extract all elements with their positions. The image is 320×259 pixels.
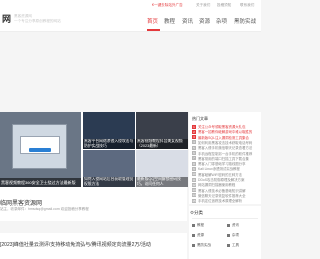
hot-article-link[interactable]: 关注公众号领取黑客资源大礼包 — [198, 124, 260, 129]
folder-icon — [192, 233, 195, 237]
site-subtagline: 一个专注分享原创教程的网站 — [14, 19, 61, 23]
category-label: 工具 — [232, 243, 239, 247]
hot-article-link[interactable]: 最新版SQL注入漏洞检测工具集合 — [198, 135, 260, 140]
site-intro: 临网黑客资源网 站主，收录邮件：hmsdsq@gmail.com 欢迎投稿分享教… — [0, 194, 187, 221]
rank-number-badge: 15 — [192, 198, 196, 203]
folder-icon — [227, 243, 230, 247]
rank-number-badge: 3 — [192, 135, 196, 140]
featured-thumb[interactable]: 最新版QQ空间解锁密码技巧，访问任何人 — [136, 150, 188, 187]
folder-icon — [192, 223, 195, 227]
intro-title: 临网黑客资源网 — [0, 201, 43, 207]
top-bar: €一键去除站外广告 关于我们 投稿须知 联系我们 — [0, 0, 261, 11]
thumb-caption[interactable]: 如何入侵网站后台获取管理员权限方法 — [83, 177, 135, 187]
hot-article-link[interactable]: 黑客入侵手机微信聊天记录查看方法 — [198, 145, 260, 150]
hot-article-link[interactable]: 黑客入门零基础学习路线图分享 — [198, 161, 260, 166]
nav-tutorials[interactable]: 教程 — [164, 17, 175, 25]
nav-active-indicator — [147, 29, 160, 31]
nav-misc[interactable]: 杂项 — [216, 17, 227, 25]
rank-number-badge: 6 — [192, 151, 196, 155]
rank-number-badge: 7 — [192, 156, 196, 161]
hot-article-link[interactable]: DDoS攻击防御原理及解决方案 — [198, 177, 260, 182]
hot-article-link[interactable]: 黑客破解WiFi密码的五种方法 — [198, 172, 260, 177]
rank-number-badge: 5 — [192, 145, 196, 150]
featured-thumb[interactable]: 黑客视频教程抖音美女视频（2023最新） — [136, 112, 188, 149]
top-link-contact[interactable]: 联系我们 — [240, 3, 254, 8]
category-label: 教程 — [197, 223, 204, 227]
category-item[interactable]: 工具 — [227, 243, 239, 248]
intro-text: 站主，收录邮件：hmsdsq@gmail.com 欢迎投稿分享教程 — [0, 207, 89, 211]
category-title: 分类 — [194, 210, 203, 215]
rank-number-badge: 4 — [192, 140, 196, 145]
rank-number-badge: 10 — [192, 172, 196, 177]
hot-article-link[interactable]: 微信聊天记录恢复软件推荐大全 — [198, 193, 260, 198]
nav-resources[interactable]: 资源 — [199, 17, 210, 25]
folder-icon — [227, 233, 230, 237]
rank-number-badge: 13 — [192, 188, 196, 193]
hot-article-link[interactable]: 黑客入侵技术必备基础知识讲解 — [198, 188, 260, 193]
hot-article-link[interactable]: 黑客一招教你破解游戏中难以取胜的 — [198, 129, 260, 134]
post-title[interactable]: [2023]峰值社量云测评/支持移动免流弘与/腾讯视频定向流量2万/活动 — [0, 241, 151, 248]
site-logo[interactable]: 网 — [2, 12, 11, 25]
category-item[interactable]: 黑防实战 — [192, 243, 211, 248]
thumb-caption[interactable]: 最新版QQ空间解锁密码技巧，访问任何人 — [136, 177, 188, 187]
hot-article-link[interactable]: 手机远程控制另一台手机的软件推荐 — [198, 151, 260, 156]
category-label: 资源 — [197, 233, 204, 237]
rank-number-badge: 9 — [192, 166, 196, 171]
hot-article-link[interactable]: 网站漏洞扫描器使用教程 — [198, 182, 260, 187]
slider-caption[interactable]: 黑客视频教程360安全卫士绕过方法最新版 — [0, 178, 81, 187]
rank-number-badge: 1 — [192, 124, 196, 129]
slider-dialog-button-image — [29, 148, 51, 152]
divider — [192, 218, 258, 219]
rank-number-badge: 8 — [192, 161, 196, 166]
top-link-submit[interactable]: 投稿须知 — [217, 3, 231, 8]
category-item[interactable]: 资源 — [192, 233, 204, 238]
featured-thumb[interactable]: 黑客平台网络渗透入侵攻击与防护实战技巧 — [83, 112, 135, 149]
nav-home[interactable]: 首页 — [147, 17, 158, 25]
featured-thumb[interactable]: 如何入侵网站后台获取管理员权限方法 — [83, 150, 135, 187]
thumb-caption[interactable]: 黑客平台网络渗透入侵攻击与防护实战技巧 — [83, 139, 135, 149]
top-link-about[interactable]: 关于我们 — [196, 3, 210, 8]
nav-news[interactable]: 资讯 — [182, 17, 193, 25]
rank-number-badge: 12 — [192, 182, 196, 187]
rank-number-badge: 11 — [192, 177, 196, 182]
rank-number-badge: 2 — [192, 129, 196, 134]
category-label: 杂项 — [232, 233, 239, 237]
category-item[interactable]: 资讯 — [227, 223, 239, 228]
hot-articles-widget: 热门文章 1 关注公众号领取黑客资源大礼包 2 黑客一招教你破解游戏中难以取胜的 3 最新… — [189, 112, 261, 204]
category-widget: ⚙ 分类 教程 资讯 资源 杂项 黑防实战 工具 — [189, 206, 261, 259]
hot-article-link[interactable]: Kali Linux渗透测试实战教程 — [198, 166, 260, 171]
featured-slider[interactable]: 黑客视频教程360安全卫士绕过方法最新版 — [0, 112, 81, 187]
folder-icon — [192, 243, 195, 247]
remove-ads-link[interactable]: €一键去除站外广告 — [152, 3, 183, 8]
category-item[interactable]: 教程 — [192, 223, 204, 228]
hot-article-link[interactable]: 如何利用黑客攻击技术获取电话号码 — [198, 140, 260, 145]
category-label: 黑防实战 — [197, 243, 211, 247]
hot-articles-title: 热门文章 — [192, 116, 208, 121]
category-label: 资讯 — [232, 223, 239, 227]
hot-article-link[interactable]: 黑客常用的端口扫描工具下载合集 — [198, 156, 260, 161]
rank-number-badge: 14 — [192, 193, 196, 198]
hot-article-row[interactable]: 15 手机定位追踪技术原理全解析 — [192, 198, 260, 204]
site-header: 网 黑客资源网 一个专注分享原创教程的网站 首页 教程 资讯 资源 杂项 黑防实… — [0, 11, 261, 32]
post-item[interactable]: [2023]峰值社量云测评/支持移动免流弘与/腾讯视频定向流量2万/活动 — [0, 233, 187, 259]
category-item[interactable]: 杂项 — [227, 233, 239, 238]
hot-article-link[interactable]: 手机定位追踪技术原理全解析 — [198, 198, 260, 203]
thumb-caption[interactable]: 黑客视频教程抖音美女视频（2023最新） — [136, 139, 188, 149]
folder-icon — [227, 223, 230, 227]
nav-practice[interactable]: 黑防实战 — [234, 17, 256, 25]
